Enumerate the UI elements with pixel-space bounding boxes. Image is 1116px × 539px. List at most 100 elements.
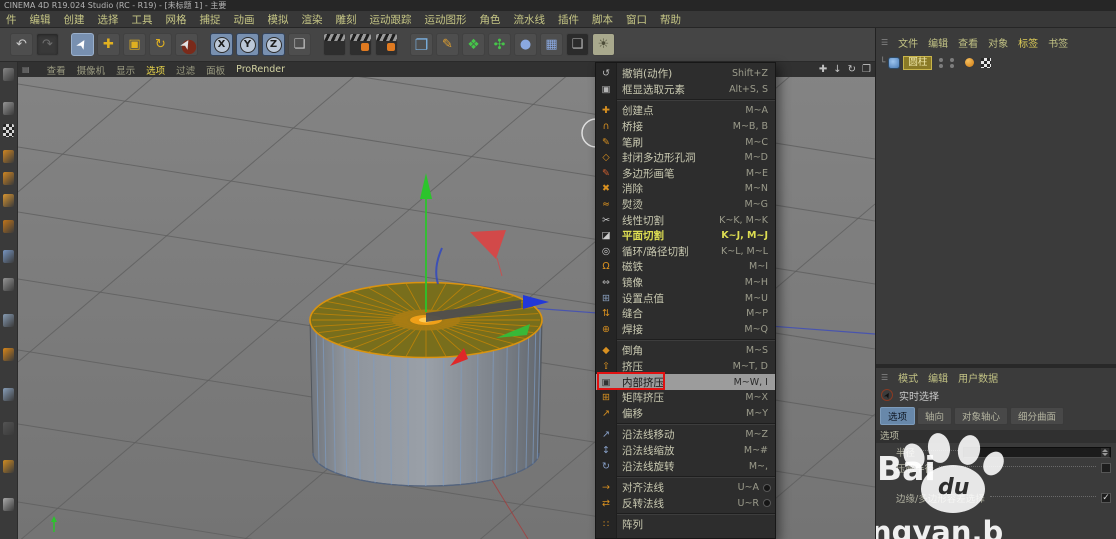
om-menu-0[interactable]: 文件	[898, 35, 918, 50]
menu-item-mirror[interactable]: ⇔ 镜像 M~H	[596, 275, 775, 291]
viewport-menu-1[interactable]: 查看	[47, 63, 66, 77]
redo-icon[interactable]: ↷	[36, 33, 59, 56]
attribute-manager-menu-icon[interactable]: ☰	[881, 373, 888, 382]
field-checkbox[interactable]	[1101, 463, 1111, 473]
viewport-rotate-icon[interactable]: ↻	[848, 64, 856, 75]
menu-item-set-point-value[interactable]: ⊞ 设置点值 M~U	[596, 290, 775, 306]
menu-item-weld[interactable]: ⊕ 焊接 M~Q	[596, 322, 775, 338]
menubar-item-3[interactable]: 选择	[98, 12, 119, 27]
render-view[interactable]	[323, 33, 346, 56]
viewport-pan-icon[interactable]: ✚	[819, 64, 827, 75]
viewport-menu-6[interactable]: 面板	[206, 63, 225, 77]
menu-item-loop-cut[interactable]: ◎ 循环/路径切割 K~L, M~L	[596, 244, 775, 260]
om-menu-2[interactable]: 查看	[958, 35, 978, 50]
left-toolbar-icon-4[interactable]	[3, 172, 14, 185]
radius-input[interactable]	[963, 446, 1111, 458]
menu-item-stitch[interactable]: ⇅ 缝合 M~P	[596, 306, 775, 322]
viewport-menu-7[interactable]: ProRender	[236, 64, 285, 75]
am-menu-2[interactable]: 用户数据	[958, 370, 998, 385]
add-spline-pen[interactable]: ✎	[436, 33, 459, 56]
menu-item-brush[interactable]: ✎ 笔刷 M~C	[596, 134, 775, 150]
undo-icon[interactable]: ↶	[10, 33, 33, 56]
menubar-item-15[interactable]: 插件	[558, 12, 579, 27]
menu-item-plane-cut[interactable]: ◪ 平面切割 K~J, M~J	[596, 228, 775, 244]
viewport-dolly-icon[interactable]: ↓	[833, 64, 841, 75]
menu-item-undo[interactable]: ↺ 撤销(动作) Shift+Z	[596, 66, 775, 82]
menubar-item-8[interactable]: 模拟	[268, 12, 289, 27]
menu-item-matrix-extrude[interactable]: ⊞ 矩阵挤压 M~X	[596, 390, 775, 406]
menu-item-extrude-inner[interactable]: ▣ 内部挤压 M~W, I	[596, 372, 775, 391]
phong-tag-icon[interactable]	[965, 58, 975, 67]
add-primitive-cube[interactable]: ❐	[410, 33, 433, 56]
am-tab-3[interactable]: 细分曲面	[1010, 407, 1065, 425]
y-axis-lock[interactable]: Y	[236, 33, 259, 56]
am-tab-2[interactable]: 对象轴心	[954, 407, 1009, 425]
menubar-item-4[interactable]: 工具	[132, 12, 153, 27]
add-floor[interactable]: ▦	[540, 33, 563, 56]
menu-item-reverse-normals[interactable]: ⇄ 反转法线 U~R	[596, 495, 775, 511]
left-toolbar-icon-8[interactable]	[3, 278, 14, 291]
menubar-item-9[interactable]: 渲染	[302, 12, 323, 27]
menu-item-bridge[interactable]: ∩ 桥接 M~B, B	[596, 119, 775, 135]
left-toolbar-icon-14[interactable]	[3, 498, 14, 511]
left-toolbar-icon-3[interactable]	[3, 150, 14, 163]
live-selection-tool[interactable]: ➤	[71, 33, 94, 56]
menubar-item-5[interactable]: 网格	[166, 12, 187, 27]
menubar-item-6[interactable]: 捕捉	[200, 12, 221, 27]
render-queue[interactable]	[375, 33, 398, 56]
menubar-item-13[interactable]: 角色	[480, 12, 501, 27]
om-menu-1[interactable]: 编辑	[928, 35, 948, 50]
menu-item-close-hole[interactable]: ◇ 封闭多边形孔洞 M~D	[596, 150, 775, 166]
menu-item-polygon-pen[interactable]: ✎ 多边形画笔 M~E	[596, 166, 775, 182]
om-menu-5[interactable]: 书签	[1048, 35, 1068, 50]
am-tab-0[interactable]: 选项	[880, 407, 916, 425]
menubar-item-11[interactable]: 运动跟踪	[370, 12, 412, 27]
visibility-dots[interactable]	[939, 57, 944, 68]
object-manager-menu-icon[interactable]: ☰	[881, 38, 888, 47]
add-camera[interactable]: ❑	[566, 33, 589, 56]
object-name-label[interactable]: 圆柱	[903, 55, 933, 70]
z-axis-lock[interactable]: Z	[262, 33, 285, 56]
move-tool[interactable]: ✚	[97, 33, 120, 56]
viewport-menu-4[interactable]: 选项	[146, 63, 165, 77]
add-deformer[interactable]: ✣	[488, 33, 511, 56]
am-tab-1[interactable]: 轴向	[917, 407, 953, 425]
menubar-item-16[interactable]: 脚本	[592, 12, 613, 27]
om-menu-4[interactable]: 标签	[1018, 35, 1038, 50]
menu-item-move-normals[interactable]: ↗ 沿法线移动 M~Z	[596, 427, 775, 443]
menu-item-iron[interactable]: ≈ 熨烫 M~G	[596, 197, 775, 213]
viewport-menu-5[interactable]: 过滤	[176, 63, 195, 77]
left-toolbar-icon-6[interactable]	[3, 220, 14, 233]
add-generator[interactable]: ❖	[462, 33, 485, 56]
menubar-item-18[interactable]: 帮助	[660, 12, 681, 27]
scale-tool[interactable]: ▣	[123, 33, 146, 56]
menu-item-magnet[interactable]: Ω 磁铁 M~I	[596, 259, 775, 275]
am-menu-1[interactable]: 编辑	[928, 370, 948, 385]
left-toolbar-icon-12[interactable]	[3, 422, 14, 435]
polygon-selection-tag-icon[interactable]	[981, 57, 992, 68]
left-toolbar-icon-5[interactable]	[3, 194, 14, 207]
render-settings[interactable]	[349, 33, 372, 56]
menu-item-align-normals[interactable]: → 对齐法线 U~A	[596, 480, 775, 496]
om-menu-3[interactable]: 对象	[988, 35, 1008, 50]
viewport-menu-3[interactable]: 显示	[116, 63, 135, 77]
menubar-item-12[interactable]: 运动图形	[425, 12, 467, 27]
left-toolbar-icon-7[interactable]	[3, 250, 14, 263]
left-toolbar-icon-9[interactable]	[3, 314, 14, 327]
viewport-toggle-icon[interactable]: ❐	[862, 64, 871, 75]
rotate-tool[interactable]: ↻	[149, 33, 172, 56]
coordinate-system[interactable]: ❏	[288, 33, 311, 56]
object-row-cylinder[interactable]: └ 圆柱	[876, 55, 1116, 70]
render-dots[interactable]	[950, 57, 955, 68]
left-toolbar-icon-11[interactable]	[3, 388, 14, 401]
am-menu-0[interactable]: 模式	[898, 370, 918, 385]
menu-item-scale-normals[interactable]: ↕ 沿法线缩放 M~#	[596, 443, 775, 459]
last-used-tool[interactable]: ➤	[175, 33, 198, 56]
menubar-item-7[interactable]: 动画	[234, 12, 255, 27]
menu-item-create-point[interactable]: ✚ 创建点 M~A	[596, 103, 775, 119]
menubar-item-0[interactable]: 件	[6, 12, 17, 27]
add-environment[interactable]: ●	[514, 33, 537, 56]
left-toolbar-icon-1[interactable]	[3, 102, 14, 115]
viewport-panel-icon[interactable]: ▤	[22, 65, 30, 74]
menu-item-line-cut[interactable]: ✂ 线性切割 K~K, M~K	[596, 212, 775, 228]
